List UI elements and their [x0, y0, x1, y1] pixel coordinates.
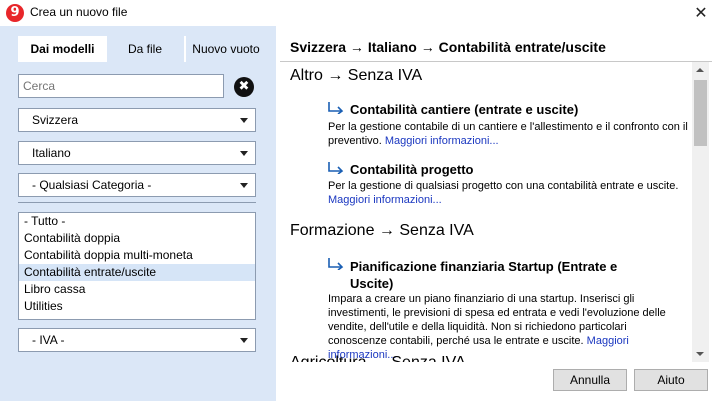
app-logo-icon: 9	[6, 4, 24, 22]
template-title[interactable]: Contabilità progetto	[350, 162, 474, 177]
vat-select-value: - IVA -	[32, 333, 65, 347]
country-select[interactable]: Svizzera	[18, 108, 256, 132]
language-select[interactable]: Italiano	[18, 141, 256, 165]
close-icon: ✕	[694, 3, 708, 22]
category-list-item[interactable]: Libro cassa	[19, 281, 255, 298]
chevron-down-icon	[240, 151, 248, 156]
template-description: Per la gestione di qualsiasi progetto co…	[328, 180, 679, 206]
source-tabs: Dai modelli Da file Nuovo vuoto	[18, 36, 260, 62]
chevron-down-icon	[240, 118, 248, 123]
tab-new-empty[interactable]: Nuovo vuoto	[188, 36, 264, 62]
country-select-value: Svizzera	[32, 113, 79, 127]
category-select[interactable]: - Qualsiasi Categoria -	[18, 173, 256, 197]
section-heading: Formazione → Senza IVA	[290, 222, 474, 239]
template-description: Impara a creare un piano finanziario di …	[328, 293, 666, 361]
breadcrumb: Svizzera → Italiano → Contabilità entrat…	[290, 39, 606, 55]
scrollbar-thumb[interactable]	[694, 80, 707, 146]
category-list: - Tutto - Contabilità doppia Contabilità…	[18, 212, 256, 320]
category-select-value: - Qualsiasi Categoria -	[32, 178, 152, 192]
template-list: Altro → Senza IVA Contabilità cantiere (…	[276, 62, 694, 362]
category-list-item[interactable]: Contabilità doppia	[19, 230, 255, 247]
category-list-item[interactable]: Contabilità doppia multi-moneta	[19, 247, 255, 264]
category-list-item[interactable]: - Tutto -	[19, 213, 255, 230]
category-list-item-selected[interactable]: Contabilità entrate/uscite	[19, 264, 255, 281]
template-description: Per la gestione contabile di un cantiere…	[328, 121, 688, 147]
divider	[18, 202, 256, 203]
vertical-scrollbar[interactable]	[692, 62, 709, 362]
title-bar: 9 Crea un nuovo file ✕	[0, 0, 719, 26]
scroll-up-icon[interactable]	[696, 68, 704, 72]
section-heading: Agricoltura → Senza IVA	[290, 354, 466, 362]
category-list-item[interactable]: Utilities	[19, 298, 255, 315]
left-panel: Dai modelli Da file Nuovo vuoto ✖ Svizze…	[0, 26, 276, 401]
chevron-down-icon	[240, 183, 248, 188]
tab-separator	[184, 36, 186, 62]
vat-select[interactable]: - IVA -	[18, 328, 256, 352]
template-link-icon	[328, 102, 344, 114]
right-panel: Svizzera → Italiano → Contabilità entrat…	[276, 26, 719, 401]
section-heading: Altro → Senza IVA	[290, 67, 423, 84]
search-input[interactable]	[23, 76, 213, 96]
more-info-link[interactable]: Maggiori informazioni...	[385, 135, 499, 147]
more-info-link[interactable]: Maggiori informazioni...	[328, 194, 442, 206]
template-link-icon	[328, 258, 344, 270]
template-link-icon	[328, 162, 344, 174]
language-select-value: Italiano	[32, 146, 71, 160]
help-button[interactable]: Aiuto	[634, 369, 708, 391]
search-box	[18, 74, 224, 98]
window-title: Crea un nuovo file	[30, 5, 128, 19]
close-button[interactable]: ✕	[691, 3, 711, 23]
clear-search-icon[interactable]: ✖	[234, 77, 254, 97]
template-title[interactable]: Pianificazione finanziaria Startup (Entr…	[350, 258, 650, 292]
chevron-down-icon	[240, 338, 248, 343]
template-title[interactable]: Contabilità cantiere (entrate e uscite)	[350, 102, 578, 117]
scroll-down-icon[interactable]	[696, 352, 704, 356]
tab-from-templates[interactable]: Dai modelli	[18, 36, 107, 62]
tab-from-file[interactable]: Da file	[108, 36, 182, 62]
cancel-button[interactable]: Annulla	[553, 369, 627, 391]
